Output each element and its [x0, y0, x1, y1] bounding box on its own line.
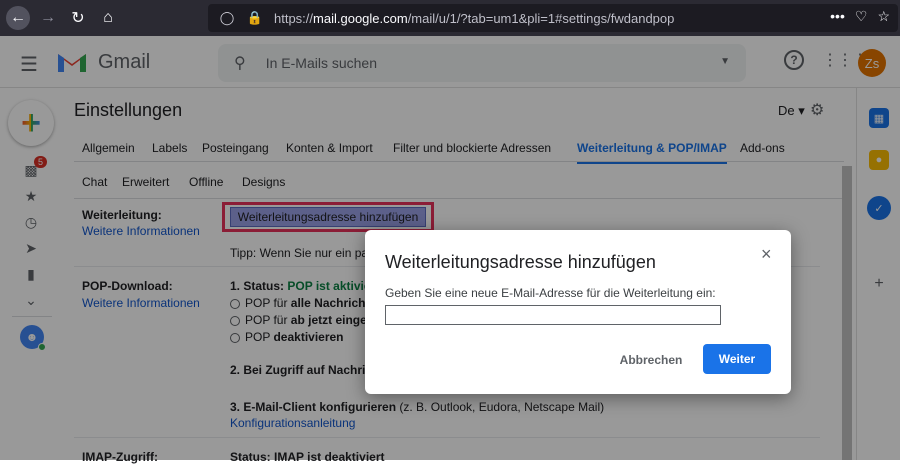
url-text[interactable]: https://mail.google.com/mail/u/1/?tab=um… — [274, 11, 674, 26]
browser-toolbar: ← → ↻ ⌂ ◯ 🔒 https://mail.google.com/mail… — [0, 0, 900, 36]
next-button[interactable]: Weiter — [703, 344, 771, 374]
forward-arrow-icon[interactable]: → — [36, 6, 60, 30]
url-bar[interactable]: ◯ 🔒 https://mail.google.com/mail/u/1/?ta… — [208, 4, 898, 32]
dialog-input-label: Geben Sie eine neue E-Mail-Adresse für d… — [385, 286, 716, 300]
reload-icon[interactable]: ↻ — [66, 6, 90, 30]
star-icon[interactable]: ☆ — [877, 8, 890, 25]
home-icon[interactable]: ⌂ — [96, 6, 120, 30]
page-actions-icon[interactable]: ••• — [830, 8, 845, 25]
add-forwarding-dialog: Weiterleitungsadresse hinzufügen × Geben… — [365, 230, 791, 394]
close-icon[interactable]: × — [761, 244, 772, 265]
shield-icon[interactable]: ◯ — [218, 10, 236, 26]
forwarding-email-input[interactable] — [385, 305, 721, 325]
pocket-icon[interactable]: ♡ — [855, 8, 868, 25]
cancel-button[interactable]: Abbrechen — [613, 346, 689, 374]
lock-icon[interactable]: 🔒 — [246, 10, 264, 26]
dialog-title: Weiterleitungsadresse hinzufügen — [385, 252, 656, 272]
back-arrow-icon[interactable]: ← — [6, 6, 30, 30]
